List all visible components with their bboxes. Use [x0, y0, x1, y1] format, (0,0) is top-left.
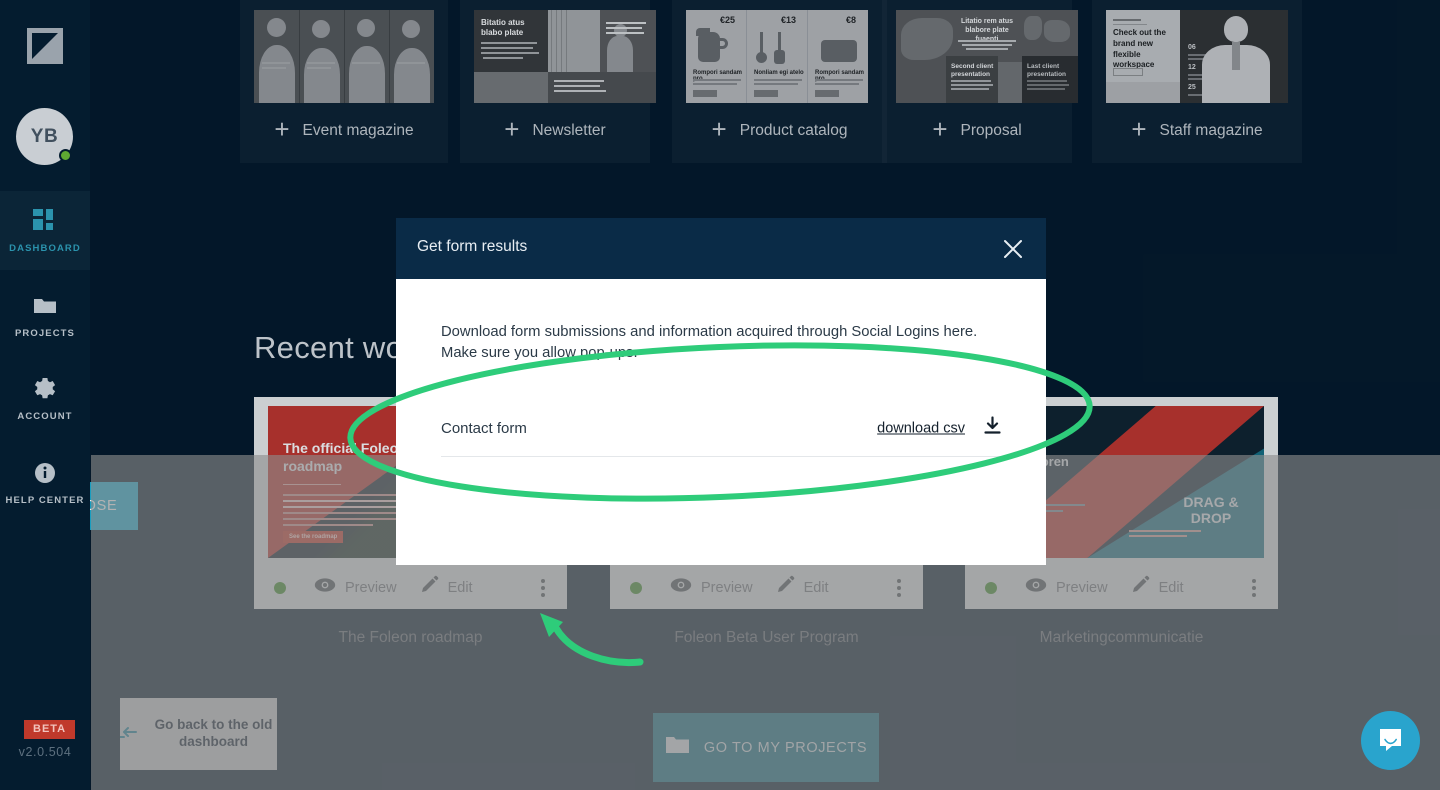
template-strip: + Event magazine Bitatio atus blabo plat… [90, 0, 1440, 175]
template-label: Proposal [960, 121, 1022, 139]
avatar-initials: YB [30, 125, 59, 147]
status-badge [985, 581, 997, 594]
sidebar-item-dashboard[interactable]: DASHBOARD [0, 191, 90, 270]
template-caption: Last client presentation [1027, 63, 1067, 79]
preview-label[interactable]: Preview [1056, 580, 1108, 596]
template-card-staff-magazine[interactable]: Check out the brand new flexible workspa… [1092, 0, 1302, 163]
template-stat: 06 [1188, 44, 1196, 51]
project-title: Foleon Beta User Program [674, 629, 859, 646]
sidebar-item-label: PROJECTS [14, 328, 75, 339]
sidebar-item-account[interactable]: ACCOUNT [0, 366, 90, 432]
template-thumbnail: Litatio rem atus blabore plate fuaenti S… [896, 10, 1078, 103]
preview-label[interactable]: Preview [701, 580, 753, 596]
download-icon[interactable] [984, 416, 1001, 440]
sidebar-item-label: HELP CENTER [5, 495, 85, 506]
pencil-icon[interactable] [419, 575, 439, 600]
plus-icon: + [1131, 114, 1147, 144]
eye-icon[interactable] [1025, 577, 1047, 598]
online-status-dot [59, 149, 72, 162]
project-action-bar: Preview Edit [254, 566, 567, 609]
plus-icon: + [274, 114, 290, 144]
download-group[interactable]: download csv [877, 416, 1001, 440]
more-options-icon[interactable] [541, 578, 545, 597]
back-arrow-icon [119, 723, 142, 746]
eye-icon[interactable] [670, 577, 692, 598]
sidebar: YB DASHBOARD PROJECTS ACCOUNT HELP CENTE… [0, 0, 90, 790]
form-name-label: Contact form [441, 419, 527, 437]
template-thumb-title: Check out the brand new flexible workspa… [1113, 28, 1166, 70]
template-label: Product catalog [739, 121, 848, 139]
template-price: €13 [781, 15, 797, 25]
pencil-icon[interactable] [775, 575, 795, 600]
beta-badge: BETA [24, 720, 76, 739]
chat-bubble-icon[interactable] [1361, 711, 1420, 770]
go-back-old-dashboard-button[interactable]: Go back to the old dashboard [119, 698, 277, 770]
template-label: Event magazine [302, 121, 414, 139]
project-title: The Foleon roadmap [338, 629, 483, 646]
template-stat: 12 [1188, 64, 1196, 71]
template-thumbnail: Bitatio atus blabo plate [474, 10, 656, 103]
download-csv-link[interactable]: download csv [877, 420, 965, 436]
preview-label[interactable]: Preview [345, 580, 397, 596]
go-to-my-projects-button[interactable]: GO TO MY PROJECTS [653, 713, 879, 782]
avatar[interactable]: YB [16, 108, 73, 165]
template-thumbnail: Check out the brand new flexible workspa… [1106, 10, 1288, 103]
info-circle-icon [32, 460, 58, 486]
plus-icon: + [711, 114, 727, 144]
template-card-proposal[interactable]: Litatio rem atus blabore plate fuaenti S… [882, 0, 1078, 163]
folder-icon [32, 293, 58, 319]
edit-label[interactable]: Edit [804, 580, 829, 596]
template-card-newsletter[interactable]: Bitatio atus blabo plate + Newsletter [460, 0, 656, 163]
edit-label[interactable]: Edit [448, 580, 473, 596]
sidebar-item-label: ACCOUNT [17, 411, 73, 422]
sidebar-item-help-center[interactable]: HELP CENTER [0, 450, 90, 516]
foleon-logo-icon[interactable] [27, 28, 63, 64]
template-thumb-title: Bitatio atus blabo plate [481, 18, 525, 37]
template-card-event-magazine[interactable]: + Event magazine [240, 0, 448, 163]
template-caption: Nonliam egi atelo [754, 70, 804, 76]
template-label: Staff magazine [1159, 121, 1263, 139]
more-options-icon[interactable] [1252, 578, 1256, 597]
dashboard-app: YB DASHBOARD PROJECTS ACCOUNT HELP CENTE… [0, 0, 1440, 790]
template-thumbnail [254, 10, 434, 103]
status-badge [274, 581, 286, 594]
eye-icon[interactable] [314, 577, 336, 598]
plus-icon: + [504, 114, 520, 144]
template-thumbnail: €25 €13 €8 Rompori sandam pro Nonliam eg… [686, 10, 868, 103]
dashboard-grid-icon [32, 208, 58, 234]
status-badge [630, 581, 642, 594]
edit-label[interactable]: Edit [1159, 580, 1184, 596]
project-action-bar: Preview Edit [965, 566, 1278, 609]
sidebar-item-label: DASHBOARD [9, 242, 81, 254]
gear-icon [32, 376, 58, 402]
project-thumb-badge: DRAG & DROP [1183, 494, 1239, 527]
folder-icon [665, 734, 691, 761]
form-result-row: Contact form download csv [441, 400, 1001, 457]
modal-title: Get form results [417, 238, 528, 255]
go-to-my-projects-label: GO TO MY PROJECTS [703, 739, 868, 756]
template-price: €8 [846, 15, 857, 25]
template-label: Newsletter [532, 121, 606, 139]
template-caption: Second client presentation [951, 63, 994, 79]
more-options-icon[interactable] [897, 578, 901, 597]
project-thumb-cta: See the roadmap [283, 531, 344, 543]
project-action-bar: Preview Edit [610, 566, 923, 609]
template-stat: 25 [1188, 84, 1196, 91]
version-label: v2.0.504 [18, 745, 72, 759]
close-icon[interactable] [998, 234, 1028, 264]
go-back-old-dashboard-label: Go back to the old dashboard [154, 717, 273, 749]
template-card-product-catalog[interactable]: €25 €13 €8 Rompori sandam pro Nonliam eg… [672, 0, 887, 163]
sidebar-item-projects[interactable]: PROJECTS [0, 283, 90, 349]
plus-icon: + [932, 114, 948, 144]
get-form-results-modal: Get form results Download form submissio… [396, 218, 1046, 565]
modal-description: Download form submissions and informatio… [441, 324, 978, 362]
pencil-icon[interactable] [1130, 575, 1150, 600]
project-title: Marketingcommunicatie [1039, 629, 1204, 646]
template-price: €25 [720, 15, 736, 25]
